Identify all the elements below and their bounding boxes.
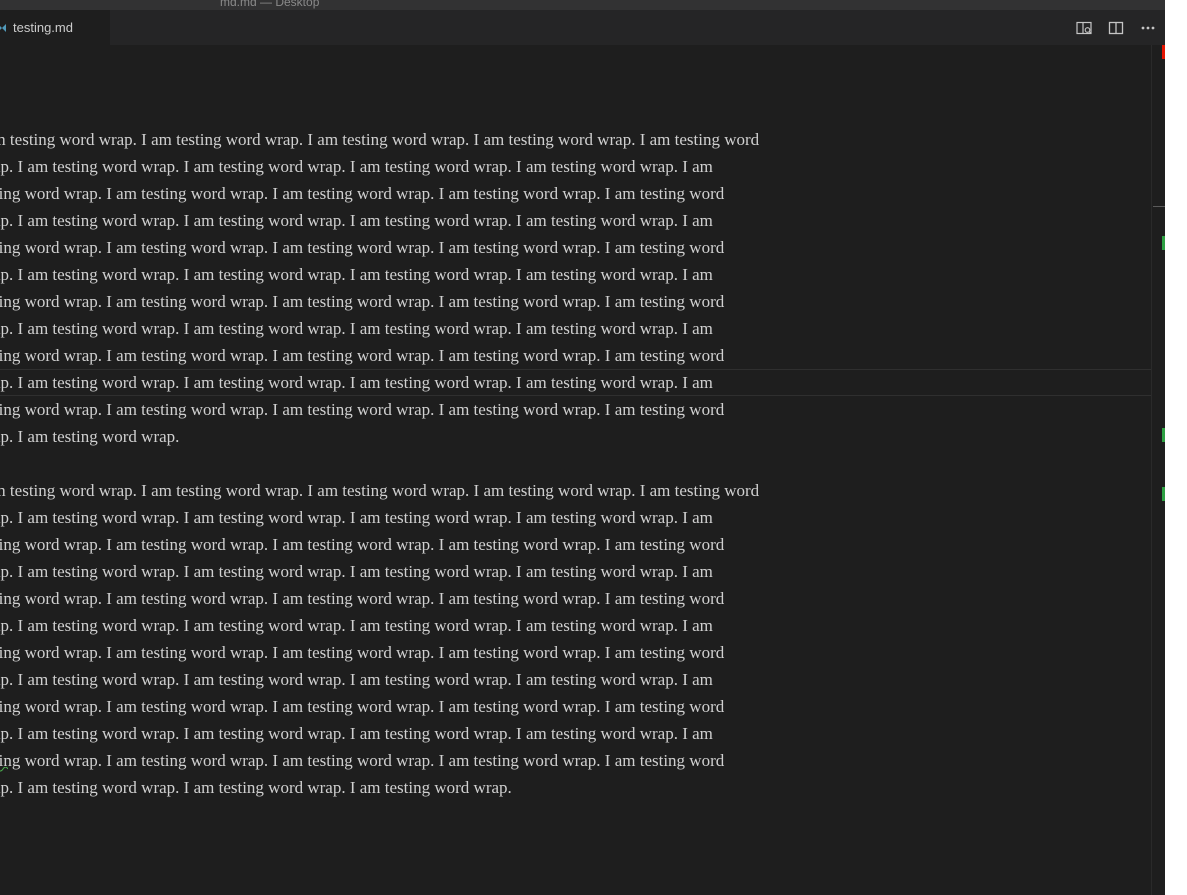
editor-line: wrap. I am testing word wrap. I am testi… [0, 778, 512, 797]
editor-lines: I am testing word wrap. I am testing wor… [0, 99, 1151, 801]
editor-line: wrap. I am testing word wrap. [0, 427, 180, 446]
editor-line: testing word wrap. I am testing word wra… [0, 346, 725, 365]
editor-line: wrap. I am testing word wrap. I am testi… [0, 211, 713, 230]
editor-line: wrap. I am testing word wrap. I am testi… [0, 369, 1151, 396]
editor-line: wrap. I am testing word wrap. I am testi… [0, 157, 713, 176]
editor-line: I am testing word wrap. I am testing wor… [0, 130, 760, 149]
editor-line: testing word wrap. I am testing word wra… [0, 184, 725, 203]
editor-line: wrap. I am testing word wrap. I am testi… [0, 508, 713, 527]
editor-line: wrap. I am testing word wrap. I am testi… [0, 562, 713, 581]
editor-line: wrap. I am testing word wrap. I am testi… [0, 265, 713, 284]
editor-line: wrap. I am testing word wrap. I am testi… [0, 616, 713, 635]
editor-line: testing word wrap. I am testing word wra… [0, 238, 725, 257]
editor-line: testing word wrap. I am testing word wra… [0, 643, 725, 662]
editor-line: testing word wrap. I am testing word wra… [0, 535, 725, 554]
text-editor[interactable]: I am testing word wrap. I am testing wor… [0, 45, 1151, 895]
editor-line: wrap. I am testing word wrap. I am testi… [0, 670, 713, 689]
editor-window: md.md — Desktop testing.md I am testing … [0, 0, 1187, 895]
tab-testing-md[interactable]: testing.md [0, 10, 110, 45]
window-title: md.md — Desktop [220, 0, 320, 9]
editor-line: wrap. I am testing word wrap. I am testi… [0, 724, 713, 743]
tab-bar: testing.md [0, 10, 1165, 45]
vertical-scrollbar[interactable] [1151, 45, 1166, 895]
editor-actions [1075, 10, 1157, 45]
editor-line: testing word wrap. I am testing word wra… [0, 400, 725, 419]
editor-line: testing word wrap. I am testing word wra… [0, 697, 725, 716]
title-bar: md.md — Desktop [0, 0, 1187, 10]
split-editor-icon[interactable] [1107, 19, 1125, 37]
editor-line: wrap. I am testing word wrap. I am testi… [0, 319, 713, 338]
editor-line: I am testing word wrap. I am testing wor… [0, 481, 760, 500]
markdown-file-icon [0, 10, 7, 45]
open-preview-to-side-icon[interactable] [1075, 19, 1093, 37]
spelling-squiggle [0, 767, 8, 772]
editor-line: testing word wrap. I am testing word wra… [0, 751, 725, 770]
more-actions-icon[interactable] [1139, 19, 1157, 37]
editor-line: testing word wrap. I am testing word wra… [0, 292, 725, 311]
editor-line: testing word wrap. I am testing word wra… [0, 589, 725, 608]
tab-label: testing.md [13, 20, 73, 35]
window-edge [1165, 0, 1187, 895]
